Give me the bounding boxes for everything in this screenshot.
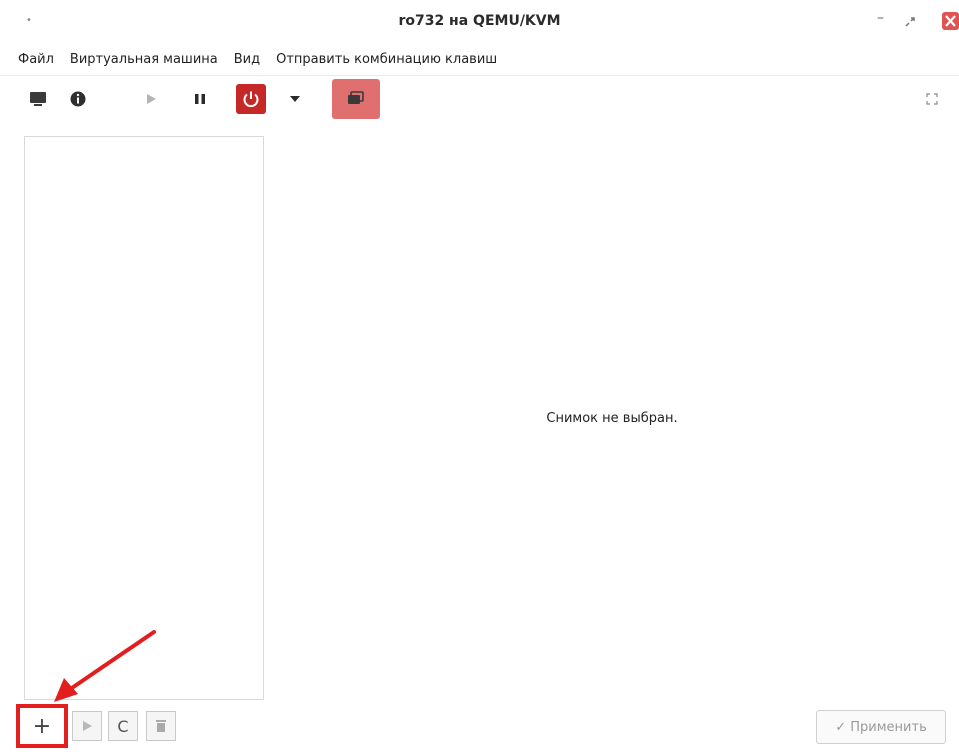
console-button[interactable] <box>20 81 56 117</box>
shutdown-menu-button[interactable] <box>277 81 313 117</box>
details-button[interactable] <box>60 81 96 117</box>
menu-file[interactable]: Файл <box>18 52 54 67</box>
title-bar: • ro732 на QEMU/KVM – <box>0 0 959 44</box>
pause-icon <box>195 94 205 104</box>
menu-bar: Файл Виртуальная машина Вид Отправить ко… <box>0 44 959 76</box>
menu-virtual-machine[interactable]: Виртуальная машина <box>70 52 218 67</box>
close-button[interactable] <box>942 12 959 30</box>
pause-button[interactable] <box>182 81 218 117</box>
add-snapshot-button[interactable]: + <box>16 704 68 748</box>
play-icon <box>147 94 156 104</box>
power-icon <box>243 91 259 108</box>
apply-button[interactable]: ✓ Применить <box>816 710 946 744</box>
trash-icon <box>156 720 166 732</box>
dropdown-icon <box>290 96 300 102</box>
toolbar <box>0 77 959 121</box>
info-icon <box>70 91 86 107</box>
shutdown-button[interactable] <box>236 84 266 114</box>
no-snapshot-message: Снимок не выбран. <box>546 411 678 426</box>
menu-send-key[interactable]: Отправить комбинацию клавиш <box>276 52 497 67</box>
monitor-icon <box>30 92 46 106</box>
run-button[interactable] <box>133 81 169 117</box>
menu-view[interactable]: Вид <box>234 52 260 67</box>
maximize-button[interactable] <box>903 14 917 28</box>
close-icon <box>945 15 956 27</box>
snapshot-list[interactable] <box>24 136 264 700</box>
vm-window: • ro732 на QEMU/KVM – Файл Виртуальная м… <box>0 0 959 754</box>
run-snapshot-button[interactable] <box>72 711 102 741</box>
minimize-button[interactable]: – <box>877 10 884 26</box>
window-title: ro732 на QEMU/KVM <box>398 13 561 29</box>
refresh-snapshots-button[interactable]: C <box>108 711 138 741</box>
fullscreen-button[interactable] <box>919 81 945 117</box>
snapshots-icon <box>348 91 364 104</box>
play-icon <box>83 721 92 731</box>
fullscreen-icon <box>926 93 938 105</box>
snapshots-button[interactable] <box>332 79 380 119</box>
delete-snapshot-button[interactable] <box>146 711 176 741</box>
maximize-icon <box>905 17 915 27</box>
